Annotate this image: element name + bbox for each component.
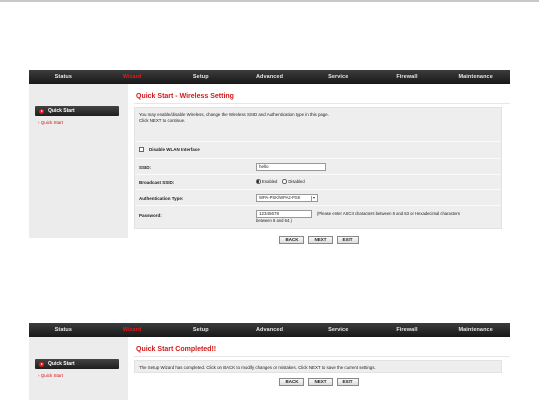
title-divider — [134, 356, 510, 357]
title-divider — [134, 103, 510, 104]
broadcast-ssid-options: Enabled Disabled — [256, 179, 310, 184]
broadcast-ssid-label: Broadcast SSID: — [139, 180, 175, 185]
auth-type-label: Authentication Type: — [139, 196, 184, 201]
sidebar-quick-start-link[interactable]: › Quick Start — [38, 373, 63, 378]
password-label: Password: — [139, 213, 162, 218]
nav-maintenance[interactable]: Maintenance — [441, 74, 510, 80]
arrow-bullet-icon — [39, 108, 44, 114]
nav-advanced[interactable]: Advanced — [235, 327, 304, 333]
nav-maintenance[interactable]: Maintenance — [441, 327, 510, 333]
main-content: Quick Start Completed!! The Setup Wizard… — [128, 337, 510, 400]
nav-setup[interactable]: Setup — [166, 327, 235, 333]
broadcast-disabled-label: Disabled — [288, 179, 305, 184]
wireless-form: You may enable/disable Wireless, change … — [134, 107, 502, 229]
password-input[interactable]: 12345678 — [256, 210, 312, 218]
row-divider — [135, 189, 501, 190]
intro-line-2: Click NEXT to continue. — [139, 118, 186, 123]
nav-advanced[interactable]: Advanced — [235, 74, 304, 80]
page-title: Quick Start Completed!! — [136, 346, 217, 353]
arrow-bullet-icon — [39, 361, 44, 367]
sidebar-button-label: Quick Start — [48, 361, 75, 367]
exit-button[interactable]: EXIT — [336, 378, 359, 386]
page-title: Quick Start - Wireless Setting — [136, 93, 234, 100]
wizard-button-bar: BACK NEXT EXIT — [128, 236, 510, 244]
row-divider — [135, 158, 501, 159]
main-nav: Status Wizard Setup Advanced Service Fir… — [29, 70, 510, 84]
sidebar-link-label: Quick Start — [40, 120, 64, 125]
sidebar-quick-start-button[interactable]: Quick Start — [35, 106, 119, 116]
nav-wizard[interactable]: Wizard — [98, 327, 167, 333]
broadcast-disabled-radio[interactable] — [282, 179, 287, 184]
password-hint: (Please enter ASCII characters between 8… — [317, 211, 460, 216]
completed-message: The Setup Wizard has completed. Click on… — [139, 364, 376, 370]
password-hint-continued: between 8 and 64.) — [256, 218, 292, 223]
auth-type-value: WPA-PSK/WPA2-PSK — [259, 195, 301, 200]
ssid-label: SSID: — [139, 165, 152, 170]
intro-text: You may enable/disable Wireless, change … — [139, 112, 329, 124]
nav-service[interactable]: Service — [304, 327, 373, 333]
back-button[interactable]: BACK — [279, 378, 305, 386]
nav-service[interactable]: Service — [304, 74, 373, 80]
row-divider — [135, 174, 501, 175]
sidebar: Quick Start › Quick Start — [29, 84, 128, 238]
back-button[interactable]: BACK — [279, 236, 305, 244]
next-button[interactable]: NEXT — [308, 378, 333, 386]
nav-status[interactable]: Status — [29, 327, 98, 333]
chevron-down-icon — [311, 195, 316, 202]
main-nav: Status Wizard Setup Advanced Service Fir… — [29, 323, 510, 337]
row-divider — [135, 205, 501, 206]
nav-setup[interactable]: Setup — [166, 74, 235, 80]
sidebar-quick-start-link[interactable]: › Quick Start — [38, 120, 63, 125]
sidebar: Quick Start › Quick Start — [29, 337, 128, 400]
auth-type-select[interactable]: WPA-PSK/WPA2-PSK — [256, 194, 318, 202]
exit-button[interactable]: EXIT — [336, 236, 359, 244]
disable-wlan-checkbox[interactable] — [139, 147, 144, 152]
nav-status[interactable]: Status — [29, 74, 98, 80]
main-content: Quick Start - Wireless Setting You may e… — [128, 84, 510, 244]
ssid-input[interactable]: hello — [256, 163, 326, 171]
completed-message-box: The Setup Wizard has completed. Click on… — [134, 360, 502, 373]
broadcast-enabled-radio[interactable] — [256, 179, 261, 184]
sidebar-link-label: Quick Start — [40, 373, 64, 378]
row-divider — [135, 141, 501, 142]
wireless-setting-panel: Status Wizard Setup Advanced Service Fir… — [29, 70, 510, 244]
top-divider — [0, 0, 539, 2]
sidebar-quick-start-button[interactable]: Quick Start — [35, 359, 119, 369]
completed-panel: Status Wizard Setup Advanced Service Fir… — [29, 323, 510, 400]
wizard-button-bar: BACK NEXT EXIT — [128, 378, 510, 386]
nav-firewall[interactable]: Firewall — [373, 74, 442, 80]
next-button[interactable]: NEXT — [308, 236, 333, 244]
nav-wizard[interactable]: Wizard — [98, 74, 167, 80]
broadcast-enabled-label: Enabled — [262, 179, 278, 184]
nav-firewall[interactable]: Firewall — [373, 327, 442, 333]
disable-wlan-label: Disable WLAN Interface — [149, 147, 200, 152]
sidebar-button-label: Quick Start — [48, 108, 75, 114]
